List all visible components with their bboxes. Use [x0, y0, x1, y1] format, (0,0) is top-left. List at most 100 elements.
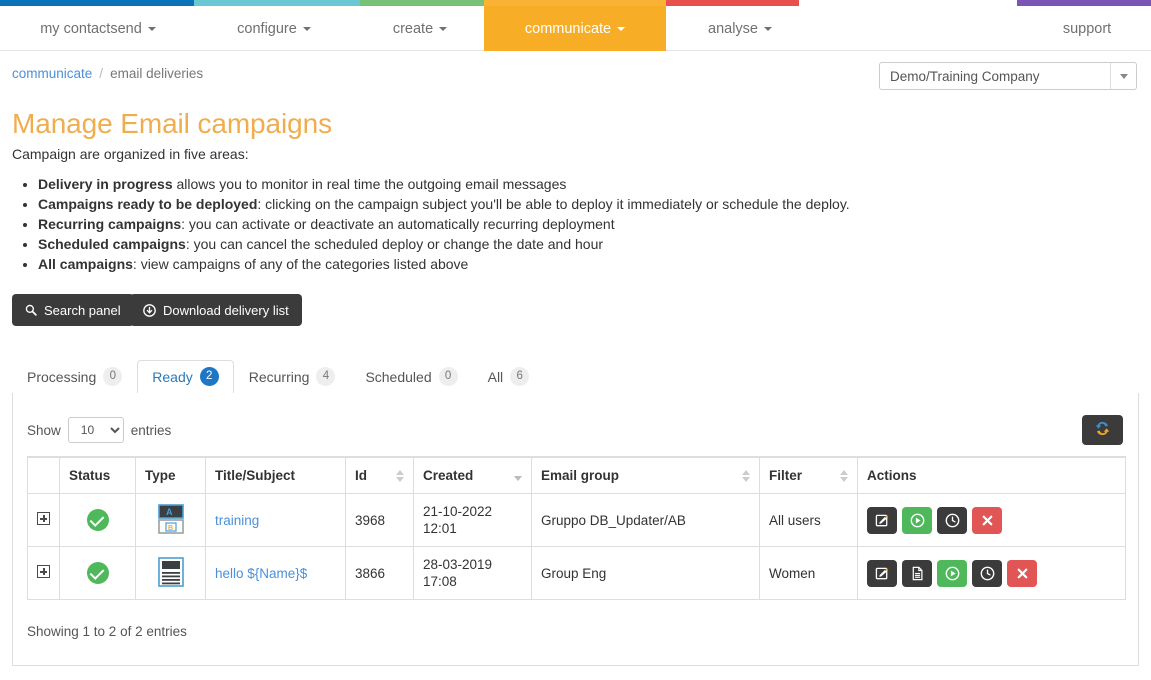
nav-item-create[interactable]: create — [376, 6, 464, 51]
nav-item-label: configure — [237, 20, 297, 37]
action-delete-button[interactable] — [1007, 559, 1037, 587]
clock-icon — [945, 513, 959, 527]
tab-processing[interactable]: Processing 0 — [12, 360, 137, 394]
tab-count-badge: 4 — [316, 367, 336, 386]
feature-bullet-item: Recurring campaigns: you can activate or… — [38, 214, 1132, 234]
campaign-title-link[interactable]: training — [215, 513, 259, 528]
tab-label: Scheduled — [365, 368, 432, 385]
created-date: 28-03-2019 — [423, 557, 493, 572]
refresh-button[interactable] — [1082, 415, 1123, 445]
column-header-label: Id — [355, 468, 367, 483]
search-panel-button[interactable]: Search panel — [12, 294, 134, 326]
nav-item-support[interactable]: support — [1044, 6, 1130, 51]
campaigns-table: Status Type Title/Subject Id Created Email gr… — [27, 456, 1126, 600]
page-length-select[interactable]: 102550100 — [67, 417, 124, 443]
column-header-label: Status — [69, 468, 111, 483]
nav-item-communicate[interactable]: communicate — [484, 6, 666, 51]
entries-label: entries — [130, 422, 172, 438]
company-select[interactable]: Demo/Training Company — [879, 62, 1137, 90]
filter-cell: Women — [759, 546, 858, 600]
breadcrumb-link-communicate[interactable]: communicate — [12, 66, 92, 81]
tab-all[interactable]: All 6 — [473, 360, 545, 394]
action-edit-button[interactable] — [867, 559, 897, 587]
feature-bullet-term: Campaigns ready to be deployed — [38, 196, 258, 212]
show-entries-control: Show 102550100 entries — [27, 417, 171, 443]
download-delivery-list-button[interactable]: Download delivery list — [130, 294, 302, 326]
table-body: A Btraining 3968 21-10-2022 12:01 Gruppo DB_U… — [27, 493, 1126, 600]
caret-down-icon — [439, 26, 448, 31]
tab-label: Ready — [152, 368, 193, 385]
tab-label: Recurring — [248, 368, 310, 385]
chevron-down-icon — [1110, 63, 1136, 89]
action-document-button[interactable] — [902, 559, 932, 587]
table-footer-info: Showing 1 to 2 of 2 entries — [27, 624, 187, 639]
column-header-filter[interactable]: Filter — [759, 456, 858, 494]
action-edit-button[interactable] — [867, 506, 897, 534]
row-expand-cell[interactable] — [27, 546, 60, 600]
nav-item-label: create — [392, 20, 434, 37]
tab-count-badge: 2 — [199, 367, 219, 386]
column-header-label: Type — [145, 468, 176, 483]
tab-recurring[interactable]: Recurring 4 — [234, 360, 351, 394]
feature-bullet-text: : view campaigns of any of the categorie… — [132, 256, 469, 272]
column-header-label: Created — [423, 468, 474, 483]
expand-plus-icon[interactable] — [37, 512, 50, 525]
column-header-created[interactable]: Created — [413, 456, 532, 494]
type-cell: AB — [135, 493, 206, 547]
action-clock-button[interactable] — [937, 506, 967, 534]
nav-item-configure[interactable]: configure — [216, 6, 332, 51]
feature-bullet-term: Delivery in progress — [38, 176, 173, 192]
created-cell: 28-03-2019 17:08 — [413, 546, 532, 600]
title-cell: hello ${Name}$ — [205, 546, 346, 600]
created-time: 17:08 — [423, 574, 457, 589]
feature-bullet-item: All campaigns: view campaigns of any of … — [38, 254, 1132, 274]
action-clock-button[interactable] — [972, 559, 1002, 587]
column-header-id[interactable]: Id — [345, 456, 414, 494]
row-expand-cell[interactable] — [27, 493, 60, 547]
sort-both-icon — [396, 469, 405, 482]
column-header-expand — [27, 456, 60, 494]
expand-plus-icon[interactable] — [37, 565, 50, 578]
email-group-cell: Group Eng — [531, 546, 760, 600]
nav-item-my-contactsend[interactable]: my contactsend — [24, 6, 172, 51]
id-cell: 3968 — [345, 493, 414, 547]
id-cell: 3866 — [345, 546, 414, 600]
table-row: hello ${Name}$ 3866 28-03-2019 17:08 Group E… — [27, 546, 1126, 600]
newsletter-icon — [157, 556, 184, 587]
play-icon — [945, 566, 959, 580]
action-delete-button[interactable] — [972, 506, 1002, 534]
nav-item-analyse[interactable]: analyse — [692, 6, 788, 51]
main-navigation: my contactsend configure create communicate… — [0, 6, 1151, 51]
type-cell — [135, 546, 206, 600]
column-header-label: Title/Subject — [215, 468, 296, 483]
column-header-title: Title/Subject — [205, 456, 346, 494]
column-header-email-group[interactable]: Email group — [531, 456, 760, 494]
feature-bullet-item: Delivery in progress allows you to monit… — [38, 174, 1132, 194]
delete-icon — [1017, 568, 1027, 578]
table-row: A Btraining 3968 21-10-2022 12:01 Gruppo DB_U… — [27, 493, 1126, 547]
caret-down-icon — [617, 26, 626, 31]
document-icon — [912, 566, 923, 580]
action-play-button[interactable] — [937, 559, 967, 587]
campaign-tabs: Processing 0 Ready 2 Recurring 4 Scheduled 0 All… — [12, 360, 1139, 394]
svg-text:B: B — [168, 525, 173, 532]
filter-cell: All users — [759, 493, 858, 547]
tab-scheduled[interactable]: Scheduled 0 — [350, 360, 472, 394]
tab-ready[interactable]: Ready 2 — [137, 360, 234, 394]
campaign-title-link[interactable]: hello ${Name}$ — [215, 566, 307, 581]
sort-both-icon — [742, 469, 751, 482]
tab-label: Processing — [27, 368, 97, 385]
column-header-label: Filter — [769, 468, 803, 483]
breadcrumb-separator: / — [99, 66, 104, 81]
download-circle-icon — [143, 303, 156, 317]
action-play-button[interactable] — [902, 506, 932, 534]
column-header-label: Actions — [867, 468, 917, 483]
table-header-row: Status Type Title/Subject Id Created Email gr… — [27, 456, 1126, 494]
delete-icon — [982, 515, 992, 525]
feature-bullet-item: Campaigns ready to be deployed: clicking… — [38, 194, 1132, 214]
play-icon — [910, 513, 924, 527]
nav-item-label: my contactsend — [40, 20, 142, 37]
sort-desc-icon — [514, 470, 523, 482]
magnifier-icon — [25, 304, 37, 316]
created-date: 21-10-2022 — [423, 504, 493, 519]
